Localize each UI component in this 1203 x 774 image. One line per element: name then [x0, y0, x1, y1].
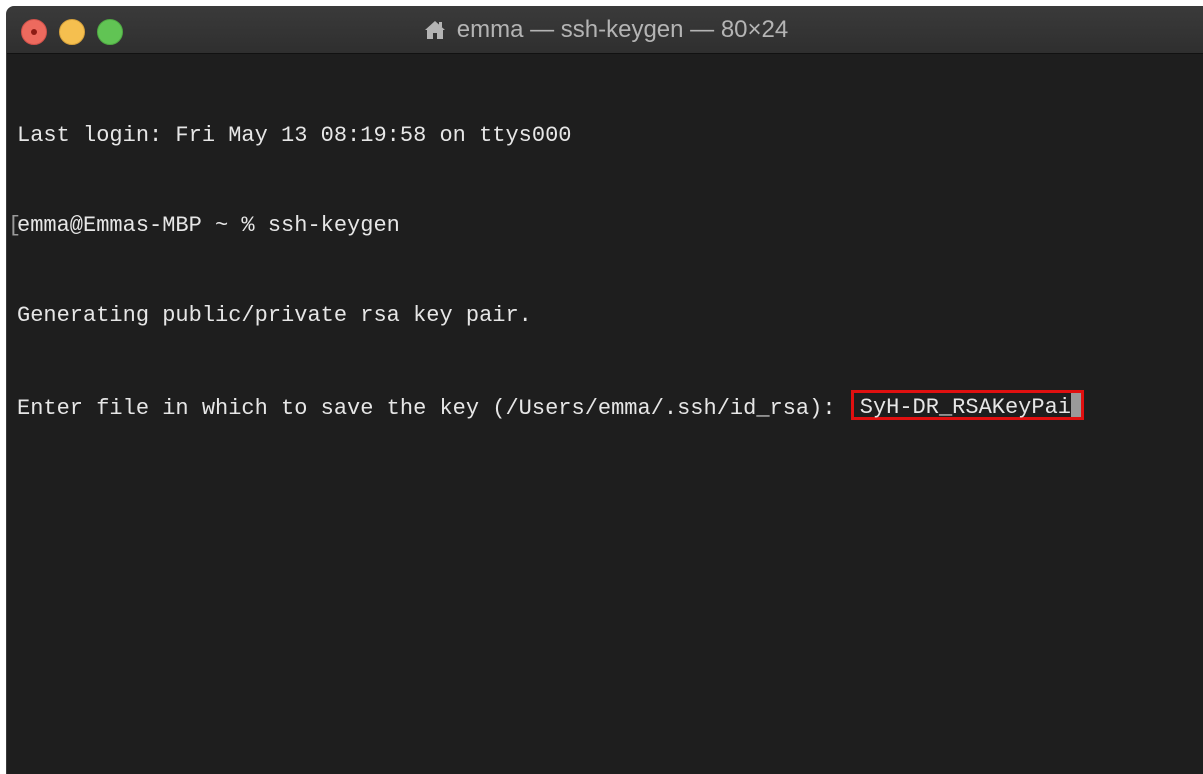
window-title-text: emma — ssh-keygen — 80×24 [456, 16, 789, 43]
terminal-output[interactable]: Last login: Fri May 13 08:19:58 on ttys0… [8, 61, 1203, 774]
typed-filename-highlight[interactable]: SyH-DR_RSAKeyPai [850, 390, 1084, 420]
typed-filename: SyH-DR_RSAKeyPai [859, 395, 1071, 420]
terminal-window: emma — ssh-keygen — 80×24 Last login: Fr… [6, 6, 1203, 774]
text-cursor [1070, 393, 1081, 417]
terminal-line: Generating public/private rsa key pair. [17, 303, 532, 328]
title-bar[interactable]: emma — ssh-keygen — 80×24 [7, 7, 1203, 54]
window-title: emma — ssh-keygen — 80×24 [7, 7, 1203, 53]
home-icon [423, 18, 447, 42]
mark-bracket: [ [8, 213, 22, 238]
terminal-line: Enter file in which to save the key (/Us… [17, 390, 1203, 421]
terminal-line: [emma@Emmas-MBP ~ % ssh-keygen [8, 211, 1203, 241]
terminal-line: Last login: Fri May 13 08:19:58 on ttys0… [17, 123, 572, 148]
prompt-text: Enter file in which to save the key (/Us… [17, 396, 849, 421]
